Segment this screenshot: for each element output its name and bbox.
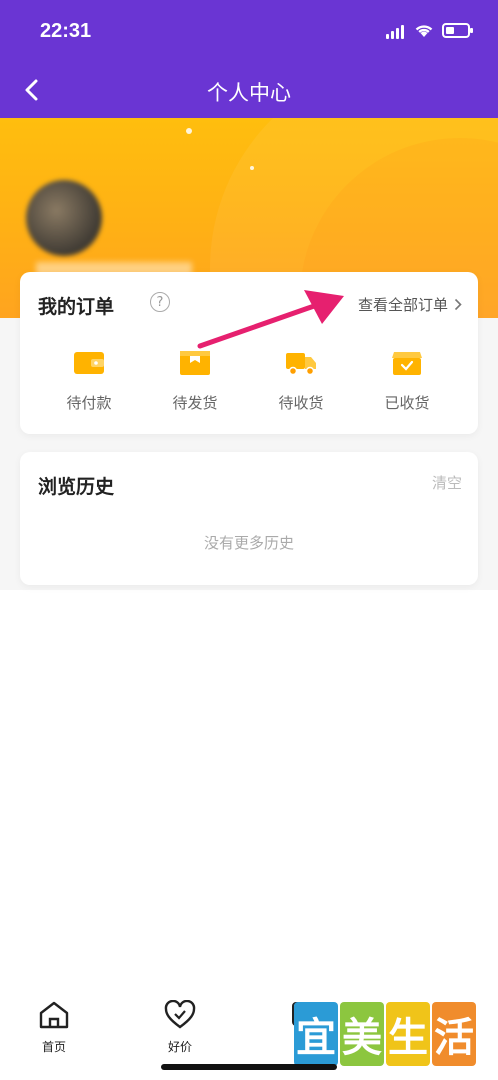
history-title: 浏览历史 [38, 476, 115, 498]
empty-history-text: 没有更多历史 [203, 534, 294, 552]
order-label: 已收货 [384, 394, 430, 412]
order-pending-payment[interactable]: 待付款 [47, 348, 131, 413]
view-all-label: 查看全部订单 [357, 296, 448, 314]
home-icon [39, 1001, 69, 1029]
box-check-icon [392, 352, 422, 375]
history-card: 浏览历史 清空 没有更多历史 [20, 452, 478, 585]
home-indicator [161, 1064, 337, 1070]
wallet-icon [74, 352, 104, 374]
order-label: 待发货 [172, 394, 218, 412]
battery-icon [442, 23, 473, 38]
clear-history-button[interactable]: 清空 [432, 472, 462, 493]
orders-card: 我的订单 ? 查看全部订单 待付款 待发货 待收货 已收货 [20, 272, 478, 434]
avatar[interactable] [26, 180, 102, 256]
sparkle-icon [186, 128, 192, 134]
status-bar: 22:31 [0, 0, 498, 62]
help-icon[interactable]: ? [150, 292, 170, 312]
watermark-char: 宜 [294, 1002, 338, 1066]
page-title: 个人中心 [207, 81, 291, 105]
signal-icon [386, 25, 408, 39]
nav-bar: 个人中心 [0, 62, 498, 118]
order-pending-receipt[interactable]: 待收货 [259, 348, 343, 413]
order-label: 待付款 [66, 394, 112, 412]
watermark-char: 生 [386, 1002, 430, 1066]
orders-title: 我的订单 [38, 296, 115, 318]
order-label: 待收货 [278, 394, 324, 412]
package-icon [180, 351, 210, 375]
heart-icon [164, 999, 196, 1029]
status-time: 22:31 [40, 20, 92, 42]
wifi-icon [415, 25, 433, 37]
sparkle-icon [250, 166, 254, 170]
tab-home[interactable]: 首页 [14, 1000, 94, 1055]
tab-label: 好价 [167, 1040, 192, 1054]
tab-label: 首页 [41, 1040, 66, 1054]
tab-deals[interactable]: 好价 [140, 999, 220, 1055]
order-received[interactable]: 已收货 [365, 348, 449, 413]
watermark-char: 活 [432, 1002, 476, 1066]
watermark-char: 美 [340, 1002, 384, 1066]
truck-icon [286, 353, 316, 376]
view-all-orders-link[interactable]: 查看全部订单 [358, 294, 462, 315]
chevron-right-icon [454, 298, 462, 311]
order-pending-shipment[interactable]: 待发货 [153, 348, 237, 413]
